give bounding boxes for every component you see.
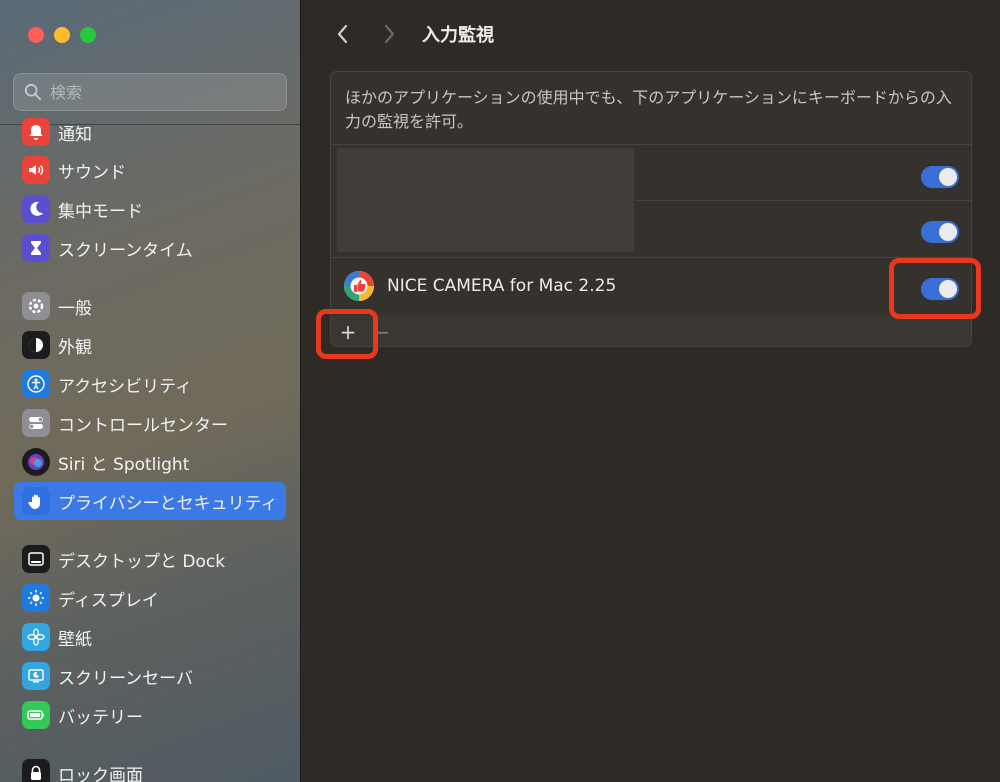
sidebar-item-lock-screen[interactable]: ロック画面 xyxy=(14,754,286,782)
add-button-highlight xyxy=(316,309,378,359)
sidebar-item-label: アクセシビリティ xyxy=(58,376,193,397)
close-window-button[interactable] xyxy=(28,27,44,43)
sidebar-item-label: プライバシーとセキュリティ xyxy=(58,493,278,514)
sidebar-item-label: スクリーンタイム xyxy=(58,240,193,261)
search-icon xyxy=(24,83,42,101)
hand-icon xyxy=(22,487,50,515)
sidebar-item-label: コントロールセンター xyxy=(58,415,228,436)
sidebar-item-label: 壁紙 xyxy=(58,629,92,650)
back-button[interactable] xyxy=(326,14,360,54)
app-toggle[interactable] xyxy=(921,166,959,188)
moon-icon xyxy=(22,195,50,223)
sidebar-item-focus[interactable]: 集中モード xyxy=(14,190,286,228)
accessibility-icon xyxy=(22,370,50,398)
app-toggle[interactable] xyxy=(921,221,959,243)
nice-camera-app-icon xyxy=(344,271,374,301)
sidebar-item-desktop-dock[interactable]: デスクトップと Dock xyxy=(14,540,286,578)
sidebar-item-label: 通知 xyxy=(58,124,92,145)
sidebar-item-sound[interactable]: サウンド xyxy=(14,151,286,189)
sidebar-item-label: 外観 xyxy=(58,337,92,358)
sidebar-item-label: 集中モード xyxy=(58,201,143,222)
minimize-window-button[interactable] xyxy=(54,27,70,43)
divider xyxy=(331,144,971,145)
sidebar-item-label: サウンド xyxy=(58,162,126,183)
dock-icon xyxy=(22,545,50,573)
sidebar-item-battery[interactable]: バッテリー xyxy=(14,696,286,734)
bell-icon xyxy=(22,118,50,146)
sidebar-item-label: スクリーンセーバ xyxy=(58,668,193,689)
sidebar-item-notifications[interactable]: 通知 xyxy=(14,113,286,151)
siri-icon xyxy=(22,448,50,476)
panel-description: ほかのアプリケーションの使用中でも、下のアプリケーションにキーボードからの入力の… xyxy=(345,88,952,131)
toggles-icon xyxy=(22,409,50,437)
main-content: 入力監視 ほかのアプリケーションの使用中でも、下のアプリケーションにキーボードか… xyxy=(301,0,1000,782)
divider xyxy=(634,200,971,201)
flower-icon xyxy=(22,623,50,651)
chevron-left-icon xyxy=(337,24,348,44)
sidebar-item-general[interactable]: 一般 xyxy=(14,287,286,325)
sidebar-item-wallpaper[interactable]: 壁紙 xyxy=(14,618,286,656)
sidebar-item-control-center[interactable]: コントロールセンター xyxy=(14,404,286,442)
toolbar: 入力監視 xyxy=(326,14,494,54)
zoom-window-button[interactable] xyxy=(80,27,96,43)
screensaver-icon xyxy=(22,662,50,690)
sidebar-item-label: ロック画面 xyxy=(58,765,143,782)
speaker-icon xyxy=(22,156,50,184)
sidebar-item-label: ディスプレイ xyxy=(58,590,159,611)
window-controls xyxy=(28,27,96,43)
gear-icon xyxy=(22,292,50,320)
appearance-icon xyxy=(22,331,50,359)
hourglass-icon xyxy=(22,234,50,262)
sidebar-item-appearance[interactable]: 外観 xyxy=(14,326,286,364)
sidebar-item-label: 一般 xyxy=(58,298,92,319)
redacted-app-list xyxy=(337,148,634,252)
battery-icon xyxy=(22,701,50,729)
sidebar: 通知 サウンド 集中モード スクリーンタイム 一般 xyxy=(0,0,301,782)
input-monitoring-panel: ほかのアプリケーションの使用中でも、下のアプリケーションにキーボードからの入力の… xyxy=(330,71,972,347)
sidebar-item-displays[interactable]: ディスプレイ xyxy=(14,579,286,617)
page-title: 入力監視 xyxy=(422,25,494,46)
sidebar-item-label: デスクトップと Dock xyxy=(58,551,226,572)
search-box[interactable] xyxy=(13,73,287,111)
sidebar-item-privacy-security[interactable]: プライバシーとセキュリティ xyxy=(14,482,286,520)
app-name: NICE CAMERA for Mac 2.25 xyxy=(387,276,617,296)
sidebar-item-accessibility[interactable]: アクセシビリティ xyxy=(14,365,286,403)
toggle-highlight xyxy=(889,258,981,319)
list-footer: + − xyxy=(331,315,971,346)
sun-icon xyxy=(22,584,50,612)
forward-button[interactable] xyxy=(372,14,406,54)
app-row-nice-camera: NICE CAMERA for Mac 2.25 xyxy=(331,258,971,314)
search-input[interactable] xyxy=(50,82,270,102)
sidebar-item-label: Siri と Spotlight xyxy=(58,454,190,475)
sidebar-item-siri[interactable]: Siri と Spotlight xyxy=(14,443,286,481)
sidebar-item-label: バッテリー xyxy=(58,707,143,728)
chevron-right-icon xyxy=(384,24,395,44)
lock-icon xyxy=(22,759,50,782)
sidebar-item-screensaver[interactable]: スクリーンセーバ xyxy=(14,657,286,695)
sidebar-item-screen-time[interactable]: スクリーンタイム xyxy=(14,229,286,267)
